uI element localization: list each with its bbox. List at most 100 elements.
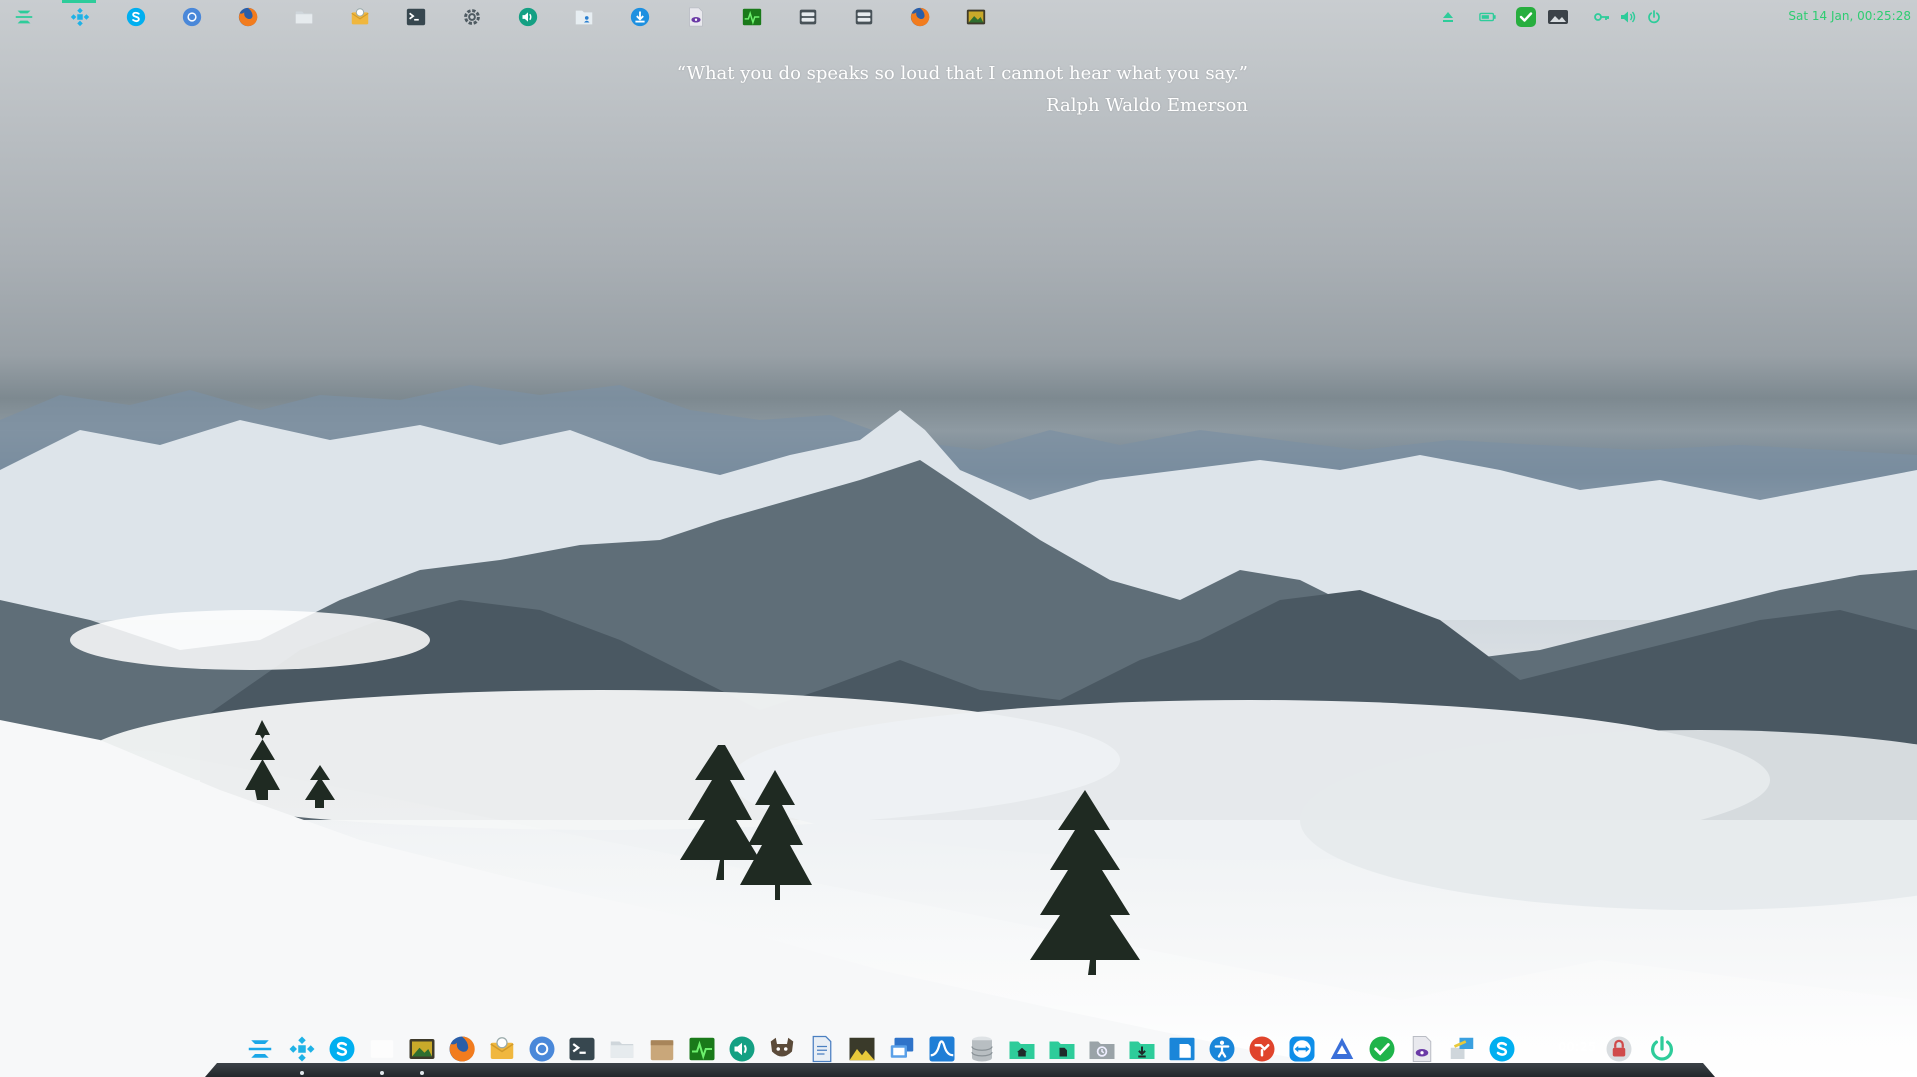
panel-launcher-server-b[interactable] (852, 5, 876, 29)
app-store-icon (1327, 1034, 1357, 1064)
dock-clock[interactable]: 00:25 (1558, 1040, 1596, 1054)
running-indicator (300, 1071, 304, 1075)
panel-launcher-mail[interactable] (348, 5, 372, 29)
remote-desktop-icon (887, 1034, 917, 1064)
dock-item-network-tools[interactable] (1445, 1032, 1479, 1066)
document-eye-icon (685, 6, 707, 28)
panel-launcher-sound[interactable] (516, 5, 540, 29)
dock-item-gimp[interactable] (765, 1032, 799, 1066)
eject-icon[interactable] (1439, 8, 1457, 26)
database-icon (967, 1034, 997, 1064)
power-icon (1647, 1034, 1677, 1064)
panel-launcher-terminal[interactable] (404, 5, 428, 29)
panel-launcher-files[interactable] (292, 5, 316, 29)
server-icon (797, 6, 819, 28)
dock-item-teamviewer[interactable] (1285, 1032, 1319, 1066)
kodi-icon (287, 1034, 317, 1064)
speaker-icon (727, 1034, 757, 1064)
zorin-logo-icon (245, 1034, 275, 1064)
user-folder-icon (573, 6, 595, 28)
chromium-icon (527, 1034, 557, 1064)
dock-item-chromium[interactable] (525, 1032, 559, 1066)
firefox-icon (447, 1034, 477, 1064)
system-monitor-icon (687, 1034, 717, 1064)
panel-launcher-firefox-alt[interactable] (908, 5, 932, 29)
dock-item-archive[interactable] (645, 1032, 679, 1066)
dock-item-text-editor[interactable] (805, 1032, 839, 1066)
dock-item-blank-window[interactable] (365, 1032, 399, 1075)
battery-icon[interactable] (1479, 8, 1497, 26)
dock-item-skype[interactable] (325, 1032, 359, 1066)
recent-folder-icon (1087, 1034, 1117, 1064)
dock-item-files[interactable] (605, 1032, 639, 1066)
dock-item-terminal[interactable] (565, 1032, 599, 1066)
dock-item-skype-alt[interactable] (1485, 1032, 1519, 1066)
dock-item-accessibility[interactable] (1205, 1032, 1239, 1066)
dock-item-zorin-menu[interactable] (243, 1032, 277, 1066)
firefox-icon (237, 6, 259, 28)
document-icon (807, 1034, 837, 1064)
running-indicator (420, 1071, 424, 1075)
chromium-icon (181, 6, 203, 28)
key-icon[interactable] (1593, 8, 1611, 26)
network-tools-icon (1447, 1034, 1477, 1064)
document-blue-icon (1167, 1034, 1197, 1064)
panel-launcher-skype[interactable] (124, 5, 148, 29)
dock-item-mail[interactable] (485, 1032, 519, 1066)
panel-launcher-firefox[interactable] (236, 5, 260, 29)
dock-item-database[interactable] (965, 1032, 999, 1066)
dock-item-network-monitor[interactable] (925, 1032, 959, 1066)
mail-icon (487, 1034, 517, 1064)
archive-icon (647, 1034, 677, 1064)
panel-launcher-system-monitor[interactable] (740, 5, 764, 29)
dock-item-firefox[interactable] (445, 1032, 479, 1066)
running-indicator (380, 1071, 384, 1075)
panel-launcher-image-viewer[interactable] (964, 5, 988, 29)
speaker-icon[interactable] (1619, 8, 1637, 26)
dock-item-app-store[interactable] (1325, 1032, 1359, 1066)
dock-item-document-eye[interactable] (1405, 1032, 1439, 1066)
home-folder-icon (1007, 1034, 1037, 1064)
dock-item-recent-folder[interactable] (1085, 1032, 1119, 1066)
panel-launcher-downloads[interactable] (628, 5, 652, 29)
dock-item-updater[interactable] (1365, 1032, 1399, 1066)
dock-item-system-monitor[interactable] (685, 1032, 719, 1066)
desktop: Sat 14 Jan, 00:25:28 “What you do speaks… (0, 0, 1917, 1077)
dock-item-document-viewer[interactable] (1165, 1032, 1199, 1066)
skype-icon (1487, 1034, 1517, 1064)
dock-item-teamviewer-red[interactable] (1245, 1032, 1279, 1066)
skype-icon (125, 6, 147, 28)
panel-launcher-kodi[interactable] (68, 5, 92, 29)
system-monitor-icon (741, 6, 763, 28)
panel-launcher-settings[interactable] (460, 5, 484, 29)
display-icon[interactable] (1547, 8, 1569, 26)
dock: 00:25 (205, 1032, 1715, 1077)
panel-launcher-chromium[interactable] (180, 5, 204, 29)
dock-item-downloads-folder[interactable] (1125, 1032, 1159, 1066)
clock[interactable]: Sat 14 Jan, 00:25:28 (1788, 9, 1911, 23)
dock-item-image-viewer[interactable] (405, 1032, 439, 1075)
dock-item-documents-folder[interactable] (1045, 1032, 1079, 1066)
panel-launcher-document-viewer[interactable] (684, 5, 708, 29)
shield-check-icon[interactable] (1515, 6, 1537, 28)
dock-item-kodi[interactable] (285, 1032, 319, 1075)
dock-item-home-folder[interactable] (1005, 1032, 1039, 1066)
dock-item-photo-editor[interactable] (845, 1032, 879, 1066)
power-icon[interactable] (1645, 8, 1663, 26)
download-icon (629, 6, 651, 28)
dock-item-power[interactable] (1645, 1032, 1679, 1066)
image-icon (407, 1034, 437, 1064)
dock-item-sound[interactable] (725, 1032, 759, 1066)
active-app-indicator (62, 0, 96, 3)
panel-launcher-server-a[interactable] (796, 5, 820, 29)
dock-item-remote-desktop[interactable] (885, 1032, 919, 1066)
panel-launcher-zorin-menu[interactable] (12, 5, 36, 29)
dock-item-lock-screen[interactable] (1602, 1032, 1636, 1066)
folder-icon (607, 1034, 637, 1064)
panel-launcher-user-files[interactable] (572, 5, 596, 29)
quote-author: Ralph Waldo Emerson (1046, 95, 1248, 116)
documents-folder-icon (1047, 1034, 1077, 1064)
mail-icon (349, 6, 371, 28)
downloads-folder-icon (1127, 1034, 1157, 1064)
terminal-icon (567, 1034, 597, 1064)
